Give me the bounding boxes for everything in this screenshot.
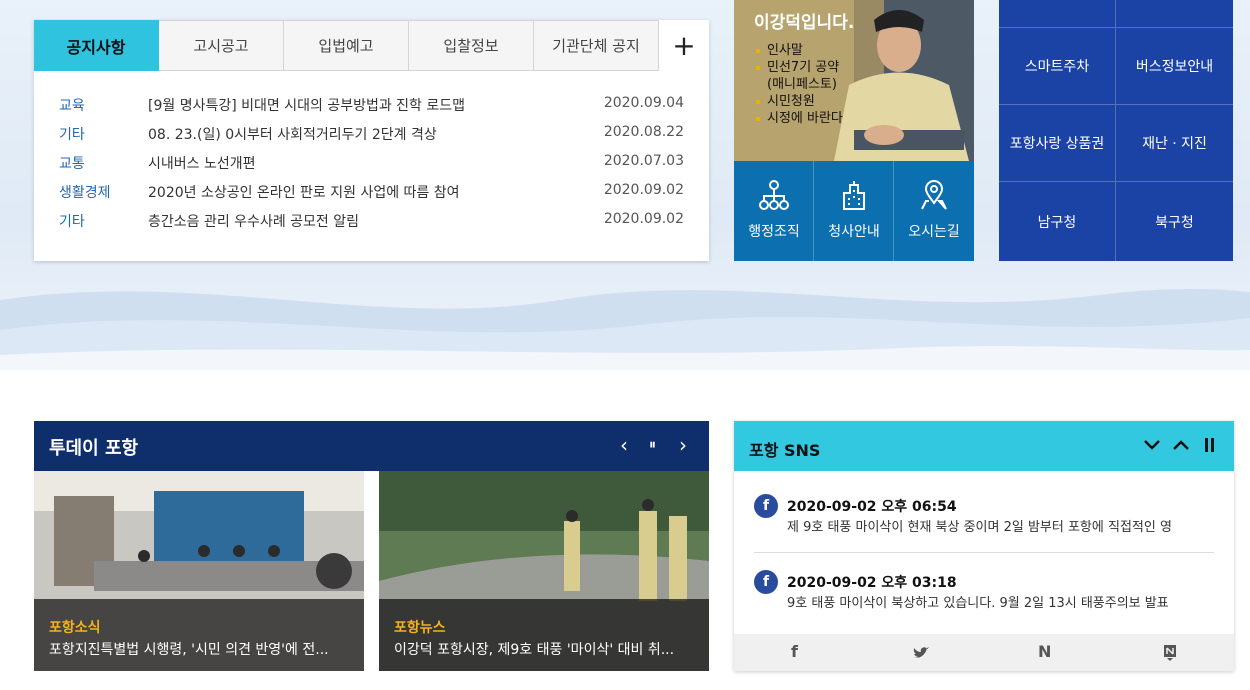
sns-footer: f N [734, 634, 1234, 671]
notice-title[interactable]: 층간소음 관리 우수사례 공모전 알림 [148, 211, 359, 231]
organization-button[interactable]: 행정조직 [734, 161, 814, 261]
mayor-link-pledge[interactable]: 민선7기 공약 (매니페스토) [754, 59, 843, 93]
organization-label: 행정조직 [748, 224, 800, 240]
prev-icon[interactable]: ‹ [620, 433, 628, 457]
building-guide-label: 청사안내 [828, 224, 880, 240]
notice-date: 2020.08.22 [603, 124, 684, 140]
today-title: 투데이 포항 [49, 438, 139, 459]
notice-category: 기타 [59, 214, 85, 230]
tab-bidding[interactable]: 입찰정보 [409, 20, 534, 71]
chevron-up-icon[interactable] [1173, 439, 1189, 451]
organization-icon [759, 180, 789, 210]
notice-panel: 공지사항 고시공고 입법예고 입찰정보 기관단체 공지 + 교육 [9월 명사특… [34, 20, 709, 261]
notice-row[interactable]: 기타 층간소음 관리 우수사례 공모전 알림 2020.09.02 [59, 211, 684, 231]
today-pohang-panel: 투데이 포항 ‹ ⏸ › 포항소식 포항지진특별법 시행령, '시민 의견 반영… [34, 421, 709, 671]
notice-tabs: 공지사항 고시공고 입법예고 입찰정보 기관단체 공지 + [34, 20, 709, 71]
directions-label: 오시는길 [908, 224, 960, 240]
notice-title[interactable]: 시내버스 노선개편 [148, 153, 256, 173]
notice-title[interactable]: 2020년 소상공인 온라인 판로 지원 사업에 따름 참여 [148, 182, 460, 202]
sns-header: 포항 SNS [734, 421, 1234, 471]
mayor-links: 인사말 민선7기 공약 (매니페스토) 시민청원 시정에 바란다 [754, 42, 843, 127]
mayor-link-greeting[interactable]: 인사말 [754, 42, 843, 59]
quick-menu: 스마트주차 버스정보안내 포항사랑 상품권 재난 · 지진 남구청 북구청 [999, 0, 1233, 261]
sns-title: 포항 SNS [749, 441, 821, 460]
notice-category: 교육 [59, 98, 85, 114]
notice-date: 2020.09.04 [603, 95, 684, 111]
quick-gift-card[interactable]: 포항사랑 상품권 [999, 105, 1116, 182]
notice-category: 생활경제 [59, 185, 111, 201]
chevron-down-icon[interactable] [1144, 439, 1160, 451]
quick-bus-info[interactable]: 버스정보안내 [1116, 28, 1233, 105]
facebook-link-icon[interactable]: f [791, 642, 798, 661]
notice-row[interactable]: 기타 08. 23.(일) 0시부터 사회적거리두기 2단계 격상 2020.0… [59, 124, 684, 144]
notice-category: 기타 [59, 127, 85, 143]
quick-smart-parking[interactable]: 스마트주차 [999, 28, 1116, 105]
notice-row[interactable]: 교통 시내버스 노선개편 2020.07.03 [59, 153, 684, 173]
notice-date: 2020.07.03 [603, 153, 684, 169]
mayor-panel: 이강덕입니다. 인사말 민선7기 공약 (매니페스토) 시민청원 시정에 바란다… [734, 0, 974, 261]
notice-category: 교통 [59, 156, 85, 172]
naver-post-icon[interactable] [1163, 644, 1177, 662]
more-plus-icon[interactable]: + [659, 20, 709, 71]
news-kicker: 포항소식 [49, 620, 101, 636]
quick-disaster[interactable]: 재난 · 지진 [1116, 105, 1233, 182]
mayor-photo: 이강덕입니다. 인사말 민선7기 공약 (매니페스토) 시민청원 시정에 바란다 [734, 0, 974, 161]
tab-organization[interactable]: 기관단체 공지 [534, 20, 659, 71]
mayor-link-petition[interactable]: 시민청원 [754, 93, 843, 110]
quick-bukgu[interactable]: 북구청 [1116, 182, 1233, 261]
facebook-icon: f [754, 570, 778, 594]
post-date: 2020-09-02 오후 06:54 [787, 499, 957, 515]
post-text[interactable]: 제 9호 태풍 마이삭이 현재 북상 중이며 2일 밤부터 포항에 직접적인 영 [787, 516, 1207, 535]
directions-button[interactable]: 오시는길 [894, 161, 974, 261]
quick-namgu[interactable]: 남구청 [999, 182, 1116, 261]
notice-row[interactable]: 교육 [9월 명사특강] 비대면 시대의 공부방법과 진학 로드맵 2020.0… [59, 95, 684, 115]
news-title[interactable]: 이강덕 포항시장, 제9호 태풍 '마이삭' 대비 취... [394, 639, 694, 659]
notice-title[interactable]: 08. 23.(일) 0시부터 사회적거리두기 2단계 격상 [148, 124, 437, 144]
notice-date: 2020.09.02 [603, 182, 684, 198]
facebook-icon: f [754, 494, 778, 518]
quick-cell-top-left [999, 0, 1116, 28]
notice-row[interactable]: 생활경제 2020년 소상공인 온라인 판로 지원 사업에 따름 참여 2020… [59, 182, 684, 202]
news-kicker: 포항뉴스 [394, 620, 446, 636]
today-header: 투데이 포항 ‹ ⏸ › [34, 421, 709, 471]
naver-blog-icon[interactable]: N [1038, 642, 1051, 661]
map-pin-icon [921, 180, 947, 210]
building-guide-button[interactable]: 청사안내 [814, 161, 894, 261]
divider [754, 552, 1214, 553]
sns-panel: 포항 SNS f 2020-09-02 오후 06:54 제 9호 태풍 마이삭… [734, 421, 1234, 671]
tab-announcement[interactable]: 고시공고 [159, 20, 284, 71]
mayor-link-suggestion[interactable]: 시정에 바란다 [754, 110, 843, 127]
quick-cell-top-right [1116, 0, 1233, 28]
building-icon [843, 181, 865, 210]
twitter-icon[interactable] [912, 646, 930, 660]
news-card[interactable]: 포항소식 포항지진특별법 시행령, '시민 의견 반영'에 전... [34, 471, 364, 671]
news-title[interactable]: 포항지진특별법 시행령, '시민 의견 반영'에 전... [49, 639, 349, 659]
tab-notice[interactable]: 공지사항 [34, 20, 159, 71]
notice-date: 2020.09.02 [603, 211, 684, 227]
tab-legislation[interactable]: 입법예고 [284, 20, 409, 71]
news-card[interactable]: 포항뉴스 이강덕 포항시장, 제9호 태풍 '마이삭' 대비 취... [379, 471, 709, 671]
news-caption: 포항뉴스 이강덕 포항시장, 제9호 태풍 '마이삭' 대비 취... [379, 599, 709, 671]
post-text[interactable]: 9호 태풍 마이삭이 북상하고 있습니다. 9월 2일 13시 태풍주의보 발표 [787, 592, 1207, 611]
news-caption: 포항소식 포항지진특별법 시행령, '시민 의견 반영'에 전... [34, 599, 364, 671]
pause-icon[interactable]: ⏸ [649, 437, 656, 453]
notice-title[interactable]: [9월 명사특강] 비대면 시대의 공부방법과 진학 로드맵 [148, 95, 465, 115]
mayor-name: 이강덕입니다. [754, 13, 855, 33]
post-date: 2020-09-02 오후 03:18 [787, 575, 957, 591]
next-icon[interactable]: › [679, 433, 687, 457]
pause-icon[interactable] [1205, 438, 1215, 452]
